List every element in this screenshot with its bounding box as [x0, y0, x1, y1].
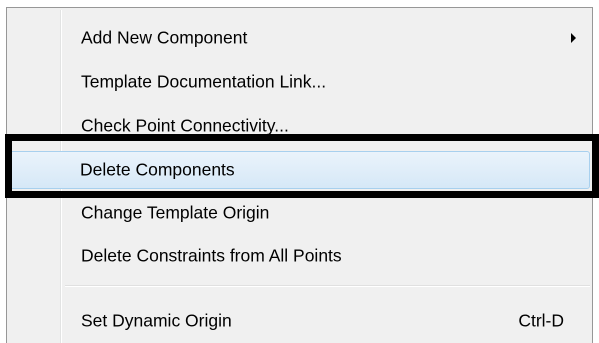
menu-item-check-point-connectivity[interactable]: Check Point Connectivity... [9, 107, 590, 145]
menu-item-label: Change Template Origin [81, 202, 270, 223]
menu-item-delete-components[interactable]: Delete Components [9, 151, 590, 189]
context-menu: Add New Component Template Documentation… [6, 7, 593, 343]
menu-item-label: Delete Components [80, 159, 235, 180]
menu-item-delete-constraints-from-all-points[interactable]: Delete Constraints from All Points [9, 237, 590, 275]
menu-item-add-new-component[interactable]: Add New Component [9, 19, 590, 57]
menu-item-label: Delete Constraints from All Points [81, 245, 342, 266]
menu-item-change-template-origin[interactable]: Change Template Origin [9, 194, 590, 232]
menu-item-label: Check Point Connectivity... [81, 115, 289, 136]
menu-item-shortcut: Ctrl-D [518, 310, 564, 331]
menu-item-label: Template Documentation Link... [81, 71, 327, 92]
menu-item-template-documentation-link[interactable]: Template Documentation Link... [9, 63, 590, 101]
menu-separator [65, 285, 590, 287]
menu-item-set-dynamic-origin[interactable]: Set Dynamic Origin Ctrl-D [9, 302, 590, 340]
submenu-arrow-icon [571, 33, 576, 43]
menu-item-label: Add New Component [81, 27, 248, 48]
menu-item-label: Set Dynamic Origin [81, 310, 232, 331]
